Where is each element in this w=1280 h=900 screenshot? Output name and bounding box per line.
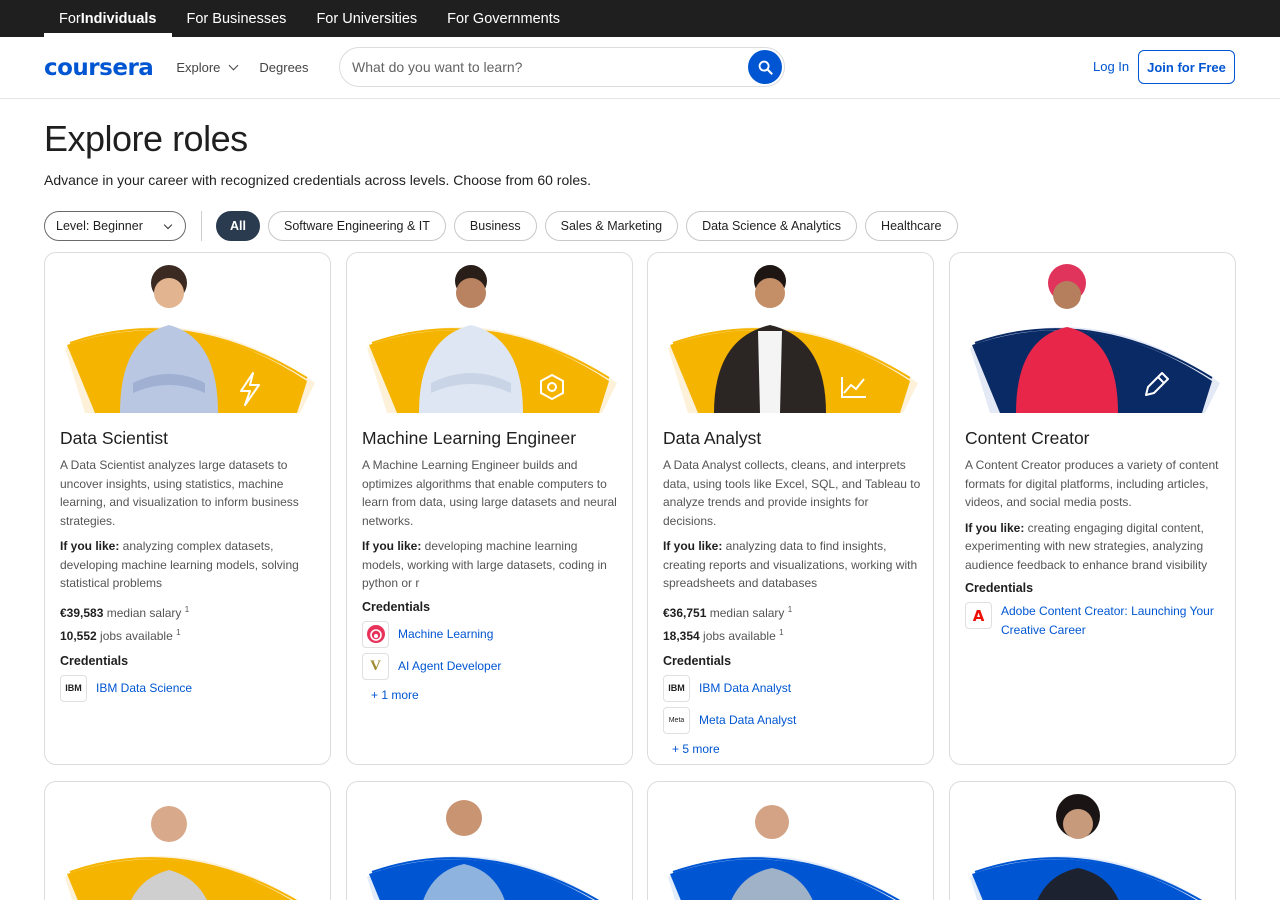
role-card[interactable] bbox=[346, 781, 633, 900]
credential-link[interactable]: Meta Data Analyst bbox=[699, 711, 796, 730]
adobe-logo: A bbox=[965, 602, 992, 629]
login-link[interactable]: Log In bbox=[1093, 59, 1129, 74]
chip-business[interactable]: Business bbox=[453, 211, 537, 241]
coursera-logo[interactable]: coursera bbox=[44, 55, 154, 81]
median-salary: €39,583 median salary 1 bbox=[60, 604, 190, 620]
credential-item[interactable]: Meta Meta Data Analyst bbox=[663, 706, 921, 734]
role-interests: If you like: creating engaging digital c… bbox=[965, 520, 1208, 572]
role-title: Content Creator bbox=[965, 428, 1090, 448]
role-interests: If you like: analyzing data to find insi… bbox=[663, 539, 918, 590]
explore-menu[interactable]: Explore bbox=[176, 60, 239, 75]
credential-link[interactable]: IBM Data Science bbox=[96, 679, 192, 698]
site-header: coursera Explore Degrees Log In Join for… bbox=[0, 37, 1280, 99]
ml-provider-logo bbox=[362, 620, 389, 648]
chip-healthcare[interactable]: Healthcare bbox=[865, 211, 958, 241]
role-card[interactable] bbox=[949, 781, 1236, 900]
search-input[interactable] bbox=[352, 59, 784, 75]
credential-link[interactable]: AI Agent Developer bbox=[398, 657, 501, 676]
credential-item[interactable]: IBM IBM Data Analyst bbox=[663, 674, 921, 702]
ibm-logo: IBM bbox=[663, 674, 690, 702]
credential-item[interactable]: IBM IBM Data Science bbox=[60, 674, 318, 702]
role-description: A Machine Learning Engineer builds and o… bbox=[362, 458, 617, 528]
role-description: A Content Creator produces a variety of … bbox=[965, 458, 1219, 509]
card-body: Data Analyst A Data Analyst collects, cl… bbox=[663, 428, 921, 756]
page-title: Explore roles bbox=[44, 118, 248, 159]
chip-software-engineering[interactable]: Software Engineering & IT bbox=[267, 211, 446, 241]
vanderbilt-logo: V bbox=[362, 652, 389, 680]
role-illustration bbox=[367, 265, 617, 413]
credential-item[interactable]: A Adobe Content Creator: Launching Your … bbox=[965, 602, 1223, 639]
tab-for-businesses[interactable]: For Businesses bbox=[172, 0, 302, 37]
role-card-content-creator[interactable]: Content Creator A Content Creator produc… bbox=[949, 252, 1236, 765]
jobs-available: 18,354 jobs available 1 bbox=[663, 627, 784, 643]
more-credentials-link[interactable]: + 5 more bbox=[672, 742, 921, 756]
role-interests: If you like: developing machine learning… bbox=[362, 539, 607, 590]
level-dropdown[interactable]: Level: Beginner bbox=[44, 211, 186, 241]
role-card[interactable] bbox=[647, 781, 934, 900]
role-description: A Data Scientist analyzes large datasets… bbox=[60, 458, 299, 528]
credential-link[interactable]: Machine Learning bbox=[398, 625, 493, 644]
card-body: Machine Learning Engineer A Machine Lear… bbox=[362, 428, 620, 702]
role-illustration bbox=[65, 806, 298, 900]
role-card-data-analyst[interactable]: Data Analyst A Data Analyst collects, cl… bbox=[647, 252, 934, 765]
chip-all[interactable]: All bbox=[216, 211, 260, 241]
jobs-available: 10,552 jobs available 1 bbox=[60, 627, 181, 643]
credentials-header: Credentials bbox=[60, 653, 129, 668]
credential-link[interactable]: Adobe Content Creator: Launching Your Cr… bbox=[1001, 602, 1223, 639]
audience-bar: For Individuals For Businesses For Unive… bbox=[0, 0, 1280, 37]
search-button[interactable] bbox=[748, 50, 782, 84]
tab-for-governments[interactable]: For Governments bbox=[432, 0, 575, 37]
degrees-link[interactable]: Degrees bbox=[259, 60, 308, 75]
role-illustration bbox=[970, 264, 1220, 413]
median-salary: €36,751 median salary 1 bbox=[663, 604, 793, 620]
filter-divider bbox=[201, 211, 202, 241]
role-illustration bbox=[970, 794, 1203, 900]
credential-item[interactable]: V AI Agent Developer bbox=[362, 652, 620, 680]
card-body: Data Scientist A Data Scientist analyzes… bbox=[60, 428, 318, 707]
role-title: Data Analyst bbox=[663, 428, 762, 448]
ibm-logo: IBM bbox=[60, 674, 87, 702]
role-card[interactable] bbox=[44, 781, 331, 900]
tab-for-individuals[interactable]: For Individuals bbox=[44, 0, 172, 37]
meta-logo: Meta bbox=[663, 706, 690, 734]
credentials-header: Credentials bbox=[965, 581, 1034, 595]
join-button[interactable]: Join for Free bbox=[1138, 50, 1235, 84]
tab-for-universities[interactable]: For Universities bbox=[301, 0, 432, 37]
credential-link[interactable]: IBM Data Analyst bbox=[699, 679, 791, 698]
filter-bar: Level: Beginner All Software Engineering… bbox=[44, 211, 966, 241]
chip-data-science[interactable]: Data Science & Analytics bbox=[686, 211, 858, 241]
credentials-header: Credentials bbox=[663, 653, 732, 668]
chevron-down-icon bbox=[163, 220, 173, 229]
card-body: Content Creator A Content Creator produc… bbox=[965, 428, 1223, 644]
chip-sales-marketing[interactable]: Sales & Marketing bbox=[544, 211, 679, 241]
chevron-down-icon bbox=[228, 60, 239, 71]
role-description: A Data Analyst collects, cleans, and int… bbox=[663, 458, 921, 528]
search-box bbox=[339, 47, 785, 87]
role-card-ml-engineer[interactable]: Machine Learning Engineer A Machine Lear… bbox=[346, 252, 633, 765]
role-illustration bbox=[668, 805, 901, 900]
role-title: Data Scientist bbox=[60, 428, 168, 448]
more-credentials-link[interactable]: + 1 more bbox=[371, 688, 620, 702]
role-card-data-scientist[interactable]: Data Scientist A Data Scientist analyzes… bbox=[44, 252, 331, 765]
role-interests: If you like: analyzing complex datasets,… bbox=[60, 539, 299, 590]
credentials-header: Credentials bbox=[362, 599, 431, 614]
role-illustration bbox=[668, 265, 918, 413]
credential-item[interactable]: Machine Learning bbox=[362, 620, 620, 648]
role-title: Machine Learning Engineer bbox=[362, 428, 577, 448]
role-illustration bbox=[65, 265, 315, 413]
role-illustration bbox=[367, 800, 600, 900]
page-subtitle: Advance in your career with recognized c… bbox=[44, 172, 592, 188]
search-icon bbox=[758, 60, 773, 75]
